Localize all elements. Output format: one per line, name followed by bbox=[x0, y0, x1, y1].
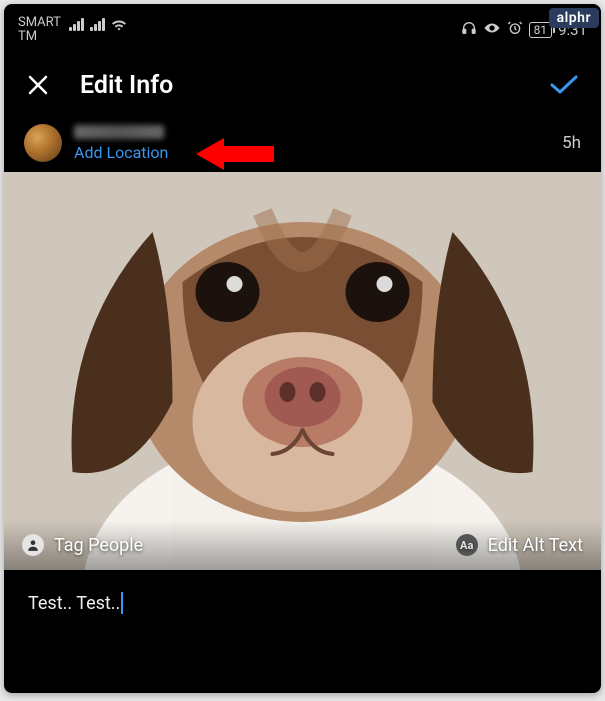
screen: SMART TM 81 9:31 bbox=[4, 4, 601, 693]
alarm-icon bbox=[507, 20, 523, 40]
caption-input[interactable]: Test.. Test.. bbox=[4, 570, 601, 636]
meta-text: Add Location bbox=[74, 125, 168, 162]
page-title: Edit Info bbox=[80, 71, 547, 100]
alphr-watermark: alphr bbox=[549, 8, 599, 28]
username-blurred bbox=[74, 125, 164, 139]
caption-text: Test.. Test.. bbox=[28, 593, 120, 614]
carrier-label: SMART TM bbox=[18, 16, 61, 45]
header: Edit Info bbox=[4, 52, 601, 124]
aa-icon: Aa bbox=[456, 534, 478, 556]
photo-overlay: Tag People Aa Edit Alt Text bbox=[4, 520, 601, 570]
post-meta-row: Add Location 5h bbox=[4, 124, 601, 172]
tag-people-label: Tag People bbox=[54, 535, 143, 556]
edit-alt-text-button[interactable]: Aa Edit Alt Text bbox=[456, 534, 583, 556]
add-location-link[interactable]: Add Location bbox=[74, 143, 168, 162]
edit-alt-text-label: Edit Alt Text bbox=[488, 535, 583, 556]
dog-image bbox=[4, 172, 601, 570]
signal-bars-icon bbox=[69, 18, 84, 31]
eye-icon bbox=[483, 21, 501, 39]
confirm-button[interactable] bbox=[547, 68, 581, 102]
carrier-line2: TM bbox=[18, 30, 61, 44]
signal-cluster bbox=[69, 18, 127, 31]
person-icon bbox=[22, 534, 44, 556]
signal-bars-icon-2 bbox=[90, 18, 105, 31]
carrier-line1: SMART bbox=[18, 16, 61, 30]
headphones-icon bbox=[461, 20, 477, 40]
annotation-arrow-icon bbox=[196, 136, 276, 176]
battery-percent: 81 bbox=[534, 23, 548, 37]
check-icon bbox=[548, 73, 580, 97]
status-left: SMART TM bbox=[18, 16, 127, 45]
close-button[interactable] bbox=[24, 71, 52, 99]
wifi-icon bbox=[111, 19, 127, 31]
post-timestamp: 5h bbox=[562, 133, 581, 153]
avatar[interactable] bbox=[24, 124, 62, 162]
tag-people-button[interactable]: Tag People bbox=[22, 534, 143, 556]
close-icon bbox=[26, 73, 50, 97]
status-bar: SMART TM 81 9:31 bbox=[4, 4, 601, 52]
post-photo[interactable]: Tag People Aa Edit Alt Text bbox=[4, 172, 601, 570]
text-cursor bbox=[121, 592, 123, 614]
